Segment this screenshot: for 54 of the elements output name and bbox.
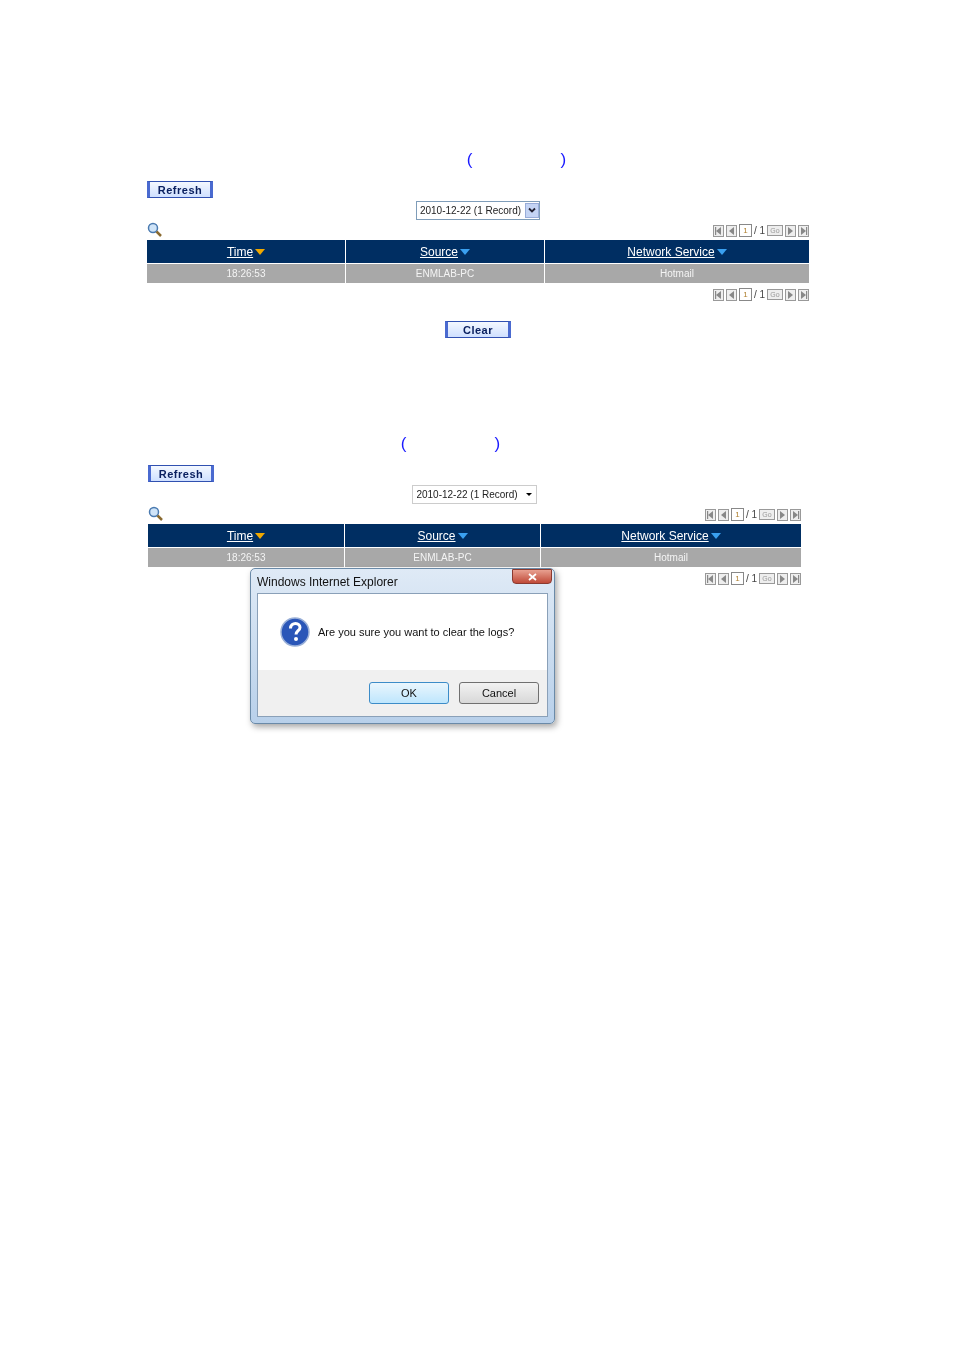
last-page-icon[interactable] [798,288,809,301]
dialog-title: Windows Internet Explorer [257,575,398,589]
sort-link[interactable]: Network Service [627,244,727,259]
next-page-icon[interactable] [785,288,796,301]
table-cell: Hotmail [541,548,801,567]
page-total: / 1 [745,573,757,584]
page-number-field[interactable]: 1 [738,288,752,301]
refresh-button[interactable]: Refresh [147,181,213,198]
date-select[interactable]: 2010-12-22 (1 Record) [415,201,541,220]
sort-link[interactable]: Source [417,528,468,543]
last-page-icon[interactable] [798,224,809,237]
close-icon [527,572,537,581]
table-cell: Hotmail [545,264,809,283]
table-cell: 18:26:53 [147,264,345,283]
close-button[interactable] [512,569,552,584]
page-number-field[interactable]: 1 [738,224,752,237]
open-parenthesis: ( [400,434,407,454]
table-cell: ENMLAB-PC [346,264,544,283]
first-page-icon[interactable] [704,572,716,585]
sort-link[interactable]: Time [226,244,266,259]
first-page-icon[interactable] [704,508,716,521]
search-icon[interactable] [147,222,162,237]
page-total: / 1 [753,289,765,300]
dialog-button[interactable]: Cancel [459,682,539,704]
close-parenthesis: ) [494,434,501,454]
previous-page-icon[interactable] [717,572,729,585]
last-page-icon[interactable] [790,508,801,521]
refresh-button[interactable]: Refresh [148,465,214,482]
page-number-field[interactable]: 1 [730,508,744,521]
page-total: / 1 [753,225,765,236]
search-icon[interactable] [148,506,163,521]
table-cell: 18:26:53 [148,548,344,567]
close-parenthesis: ) [560,150,567,170]
next-page-icon[interactable] [785,224,796,237]
clear-button[interactable]: Clear [445,321,511,338]
date-select[interactable]: 2010-12-22 (1 Record) [412,485,537,504]
first-page-icon[interactable] [712,224,724,237]
next-page-icon[interactable] [777,572,788,585]
dialog-message: Are you sure you want to clear the logs? [318,626,515,638]
dialog-button[interactable]: OK [369,682,449,704]
next-page-icon[interactable] [777,508,788,521]
previous-page-icon[interactable] [717,508,729,521]
table-cell: ENMLAB-PC [345,548,540,567]
last-page-icon[interactable] [790,572,801,585]
open-parenthesis: ( [466,150,473,170]
previous-page-icon[interactable] [725,224,737,237]
sort-link[interactable]: Network Service [621,528,721,543]
question-icon [280,617,310,647]
page-total: / 1 [745,509,757,520]
sort-link[interactable]: Time [226,528,266,543]
sort-link[interactable]: Source [420,244,470,259]
first-page-icon[interactable] [712,288,724,301]
page-number-field[interactable]: 1 [730,572,744,585]
previous-page-icon[interactable] [725,288,737,301]
